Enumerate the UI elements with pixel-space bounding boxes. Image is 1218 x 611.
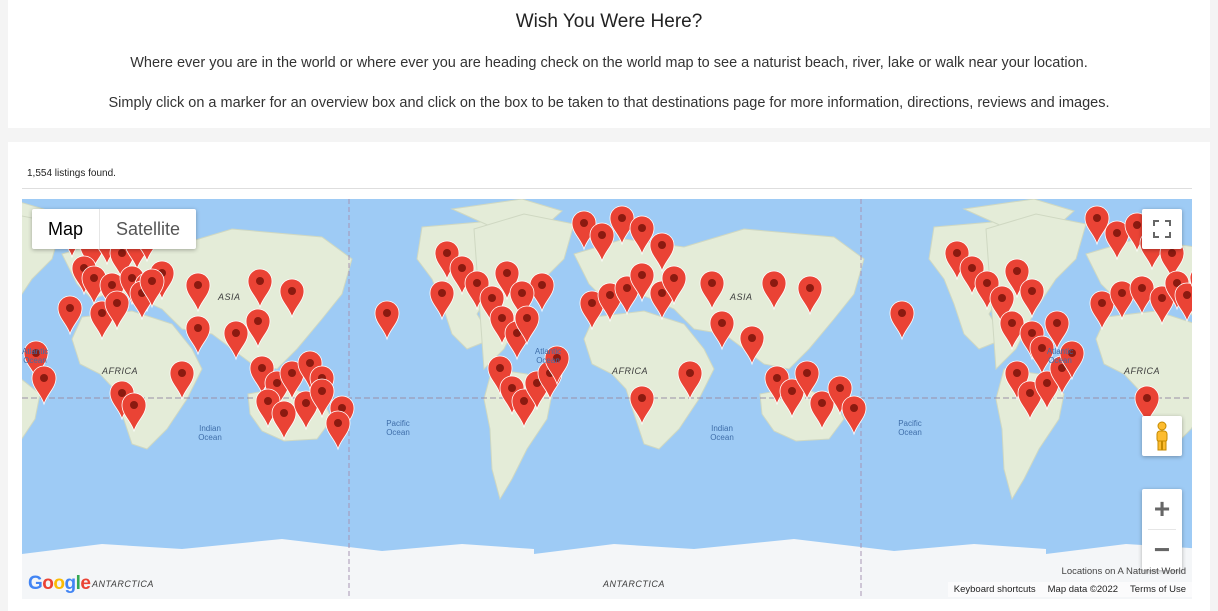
world-map[interactable]: ASIA ASIA AFRICA AFRICA AFRICA ANTARCTIC… [22, 199, 1192, 599]
label-indian: Indian Ocean [198, 424, 222, 442]
world-tile [473, 199, 1075, 599]
keyboard-shortcuts-link[interactable]: Keyboard shortcuts [954, 584, 1036, 595]
page-title: Wish You Were Here? [515, 11, 703, 32]
location-marker[interactable] [374, 300, 400, 341]
label-pacific: Pacific Ocean [386, 419, 410, 437]
zoom-control: + − [1142, 489, 1182, 570]
location-marker[interactable] [325, 410, 351, 451]
terms-of-use-link[interactable]: Terms of Use [1130, 584, 1186, 595]
intro-section: Wish You Were Here? Where ever you are i… [8, 0, 1210, 128]
map-type-satellite-button[interactable]: Satellite [99, 209, 196, 249]
label-africa-3: AFRICA [1124, 366, 1161, 376]
map-attribution: Keyboard shortcuts Map data ©2022 Terms … [947, 582, 1192, 597]
location-marker[interactable] [889, 300, 915, 341]
label-atlantic-3: Atlantic Ocean [1046, 347, 1074, 365]
label-atlantic: Atlantic Ocean [22, 347, 49, 365]
label-asia-2: ASIA [730, 292, 753, 302]
location-marker[interactable] [1084, 205, 1110, 246]
zoom-out-button[interactable]: − [1142, 530, 1182, 570]
fullscreen-icon [1153, 220, 1171, 238]
zoom-in-button[interactable]: + [1142, 489, 1182, 529]
map-tiles[interactable] [22, 199, 1192, 599]
label-atlantic-2: Atlantic Ocean [534, 347, 562, 365]
street-view-pegman-button[interactable] [1142, 416, 1182, 456]
locations-credit: Locations on A Naturist World [1061, 566, 1186, 577]
label-antarctica-2: ANTARCTICA [603, 579, 665, 589]
antarctica-landmass [22, 539, 534, 599]
location-marker[interactable] [709, 310, 735, 351]
fullscreen-button[interactable] [1142, 209, 1182, 249]
label-indian-2: Indian Ocean [710, 424, 734, 442]
label-africa-2: AFRICA [612, 366, 649, 376]
divider [22, 188, 1192, 189]
map-data-credit: Map data ©2022 [1047, 584, 1119, 595]
map-panel: 1,554 listings found. ASIA ASIA AFRICA A… [8, 142, 1210, 611]
map-type-control: Map Satellite [32, 209, 197, 249]
location-marker[interactable] [841, 395, 867, 436]
label-antarctica: ANTARCTICA [92, 579, 154, 589]
location-marker[interactable] [1174, 282, 1192, 323]
label-africa: AFRICA [102, 366, 139, 376]
intro-text-2: Simply click on a marker for an overview… [108, 95, 1110, 111]
google-logo[interactable]: Google [28, 573, 91, 595]
intro-text-1: Where ever you are in the world or where… [130, 55, 1088, 71]
label-asia: ASIA [218, 292, 241, 302]
label-pacific-2: Pacific Ocean [898, 419, 922, 437]
map-type-map-button[interactable]: Map [32, 209, 99, 249]
listing-count: 1,554 listings found. [27, 168, 116, 179]
pegman-icon [1156, 421, 1168, 451]
